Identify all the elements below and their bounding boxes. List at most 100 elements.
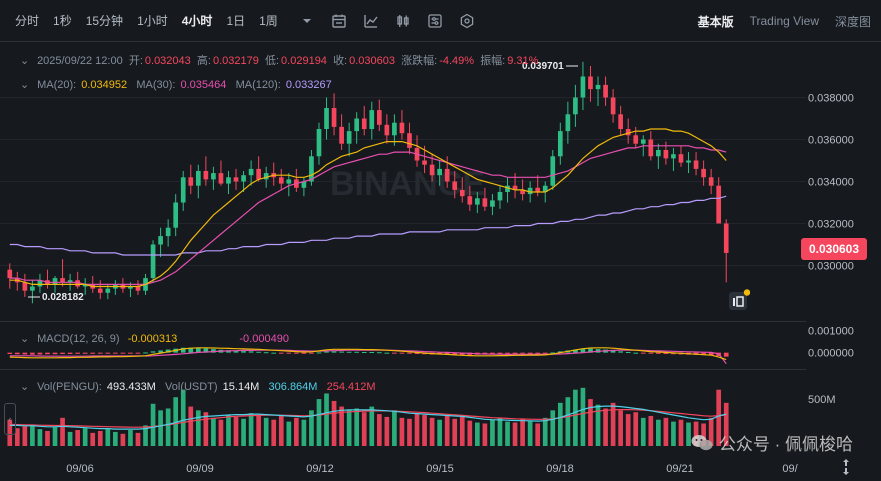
collapse-chevron-icon[interactable]: ⌄	[20, 54, 30, 67]
candle-body	[497, 192, 503, 201]
ma20-label: MA(20):	[37, 79, 77, 91]
vol-ma-b-value: 254.412M	[326, 381, 376, 393]
macd-histogram-bar	[37, 352, 43, 355]
macd-histogram-bar	[14, 352, 20, 355]
candle-body	[422, 160, 427, 165]
high-label: 高:	[196, 55, 211, 67]
macd-histogram-bar	[30, 352, 35, 355]
volume-bar	[158, 410, 163, 446]
candle-body	[309, 156, 314, 182]
last-price-tag: 0.030603	[801, 238, 867, 260]
volume-bar	[603, 408, 608, 446]
volume-bar	[482, 423, 488, 446]
candle-body	[354, 118, 360, 132]
macd-histogram-bar	[535, 352, 541, 354]
candle-body	[324, 108, 329, 129]
volume-bar	[128, 430, 133, 446]
pane-separator[interactable]	[0, 369, 806, 370]
macd-histogram-bar	[7, 352, 13, 354]
candle-body	[60, 278, 65, 283]
macd-tick-label: 0.001000	[808, 325, 854, 337]
volume-bar	[113, 431, 118, 446]
candle-body	[452, 181, 458, 190]
candle-body	[429, 164, 435, 176]
macd-histogram-bar	[143, 352, 148, 354]
macd-histogram-bar	[339, 351, 344, 353]
macd-histogram-bar	[640, 352, 646, 354]
candle-body	[686, 160, 691, 163]
volume-bar	[490, 419, 495, 446]
macd-histogram-bar	[520, 352, 525, 354]
candle-body	[482, 198, 488, 207]
candle-body	[105, 288, 111, 293]
candle-body	[550, 156, 556, 186]
fit-to-screen-icon[interactable]	[837, 458, 855, 476]
macd-histogram-bar	[278, 352, 284, 354]
price-tick-label: 0.038000	[808, 93, 854, 105]
macd-histogram-bar	[75, 352, 80, 354]
volume-bar	[618, 410, 623, 446]
note-badge-icon[interactable]	[728, 289, 750, 311]
candle-body	[588, 76, 593, 90]
macd-histogram-bar	[135, 352, 141, 354]
volume-bar	[60, 417, 65, 446]
price-tick-label: 0.036000	[808, 135, 854, 147]
macd-histogram-bar	[656, 352, 661, 354]
low-annotation-label: 0.028182	[42, 292, 84, 303]
macd-histogram-bar	[361, 352, 367, 353]
price-chart[interactable]: BINANCE 0.0380000.0360000.0340000.032000…	[0, 0, 881, 481]
volume-bar	[640, 417, 646, 446]
volume-bar	[392, 410, 397, 446]
volume-bar	[256, 415, 261, 446]
collapse-chevron-icon[interactable]: ⌄	[20, 380, 30, 393]
pane-separator[interactable]	[0, 321, 806, 322]
macd-histogram-bar	[271, 352, 277, 354]
volume-bar	[399, 417, 405, 446]
candle-body	[467, 196, 473, 205]
candle-body	[7, 269, 13, 279]
macd-histogram-bar	[45, 352, 50, 355]
candle-body	[557, 131, 563, 157]
candle-body	[475, 198, 480, 205]
macd-value-1: -0.000313	[127, 333, 178, 345]
open-label: 开:	[128, 55, 143, 67]
volume-bar	[497, 417, 503, 446]
macd-value-3: -0.000490	[239, 333, 289, 345]
candle-body	[573, 97, 578, 115]
volume-bar	[203, 412, 209, 446]
candle-body	[376, 110, 382, 125]
candle-body	[97, 288, 103, 293]
volume-legend: ⌄ Vol(PENGU): 493.433M Vol(USDT) 15.14M …	[20, 380, 376, 393]
volume-bar	[105, 429, 111, 446]
candle-body	[218, 173, 224, 184]
macd-histogram-bar	[309, 352, 314, 354]
volume-bar	[361, 412, 367, 446]
wechat-logo-icon	[691, 434, 713, 450]
volume-bar	[369, 406, 375, 446]
candle-body	[369, 110, 375, 129]
close-value: 0.030603	[349, 55, 396, 67]
macd-histogram-bar	[618, 351, 623, 353]
moving-averages	[9, 128, 727, 288]
volume-bar	[437, 419, 442, 446]
candle-body	[256, 168, 261, 180]
vol-quote-value: 15.14M	[222, 381, 260, 393]
volume-bar	[248, 413, 254, 446]
collapse-chevron-icon[interactable]: ⌄	[20, 78, 30, 91]
volume-bar	[188, 406, 194, 446]
vol-base-value: 493.433M	[106, 381, 156, 393]
volume-bar	[324, 393, 329, 446]
volume-bar	[233, 416, 239, 446]
macd-histogram-bar	[346, 351, 352, 353]
collapse-chevron-icon[interactable]: ⌄	[20, 332, 30, 345]
macd-histogram-bar	[376, 352, 382, 354]
volume-bar	[218, 419, 224, 446]
macd-histogram-bar	[399, 352, 405, 354]
volume-bar	[180, 389, 186, 446]
candle-body	[640, 139, 646, 144]
ma30-label: MA(30):	[136, 79, 176, 91]
volume-bar	[241, 418, 246, 446]
scroll-left-handle[interactable]: ‹	[4, 403, 16, 435]
macd-histogram-bar	[316, 352, 322, 354]
volume-bar	[37, 429, 43, 446]
